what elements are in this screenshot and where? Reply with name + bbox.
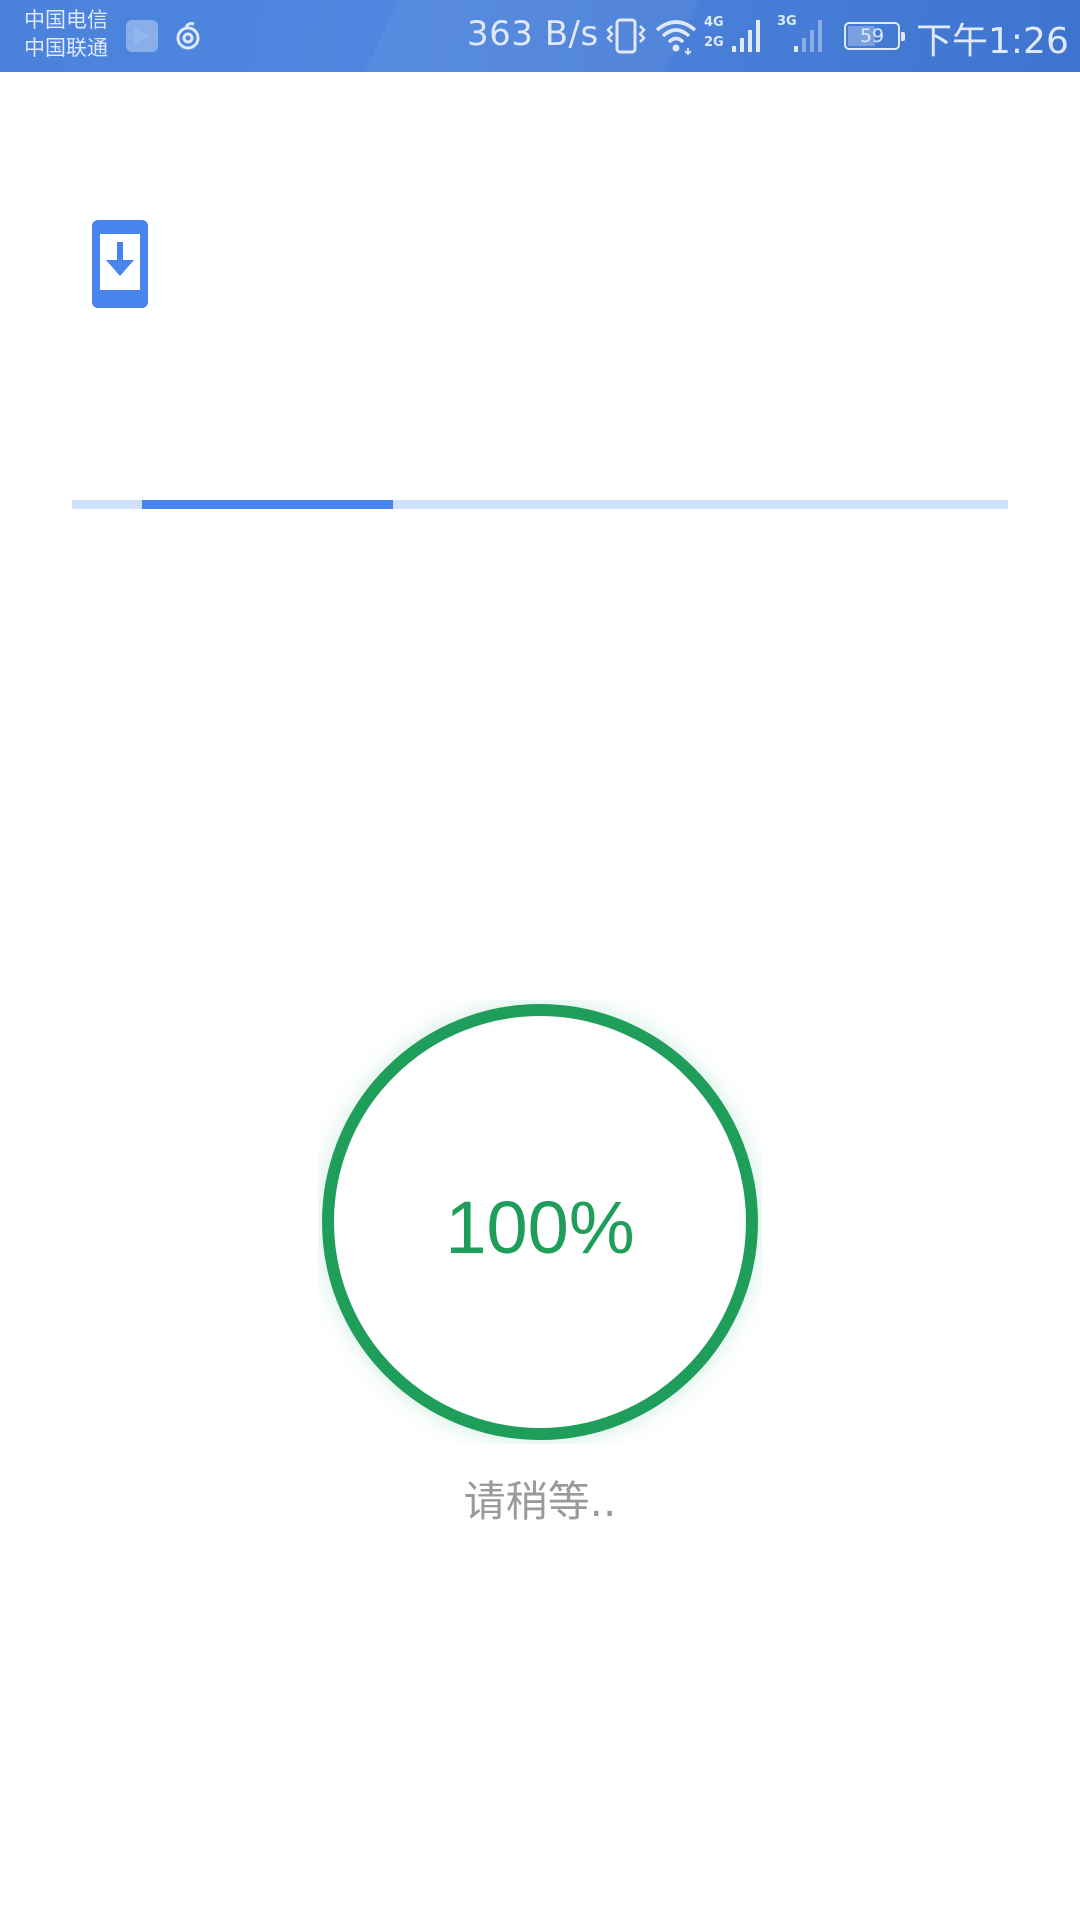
carrier-info: 中国电信 中国联通 <box>24 6 108 62</box>
network-speed: 363 B/s <box>467 14 599 54</box>
screen: 中国电信 中国联通 363 B/s 4G 2G 3G 59 下午1:26 100… <box>0 0 1080 1920</box>
progress-fill <box>142 500 394 509</box>
status-time: 下午1:26 <box>916 21 1069 62</box>
phone-download-icon <box>92 220 148 308</box>
battery-level: 59 <box>859 25 885 47</box>
play-store-notification-icon <box>126 20 158 52</box>
carrier-1-label: 中国电信 <box>24 8 108 32</box>
please-wait-label: 请稍等.. <box>463 1477 617 1526</box>
network-type-1-bottom: 2G <box>704 35 724 50</box>
netease-music-notification-icon <box>172 20 204 52</box>
carrier-2-label: 中国联通 <box>24 36 108 60</box>
wifi-icon <box>654 16 698 60</box>
network-type-1-top: 4G <box>704 15 724 30</box>
status-bar: 中国电信 中国联通 363 B/s 4G 2G 3G 59 下午1:26 <box>0 0 1080 72</box>
signal-strength-1-icon <box>730 16 766 60</box>
progress-percent: 100% <box>445 1186 635 1269</box>
battery-tip <box>901 32 905 41</box>
circular-progress: 100% <box>318 1000 762 1444</box>
progress-track <box>72 500 1008 509</box>
battery-icon: 59 <box>844 22 905 50</box>
vibrate-icon <box>604 16 648 60</box>
signal-strength-2-icon <box>792 16 828 60</box>
